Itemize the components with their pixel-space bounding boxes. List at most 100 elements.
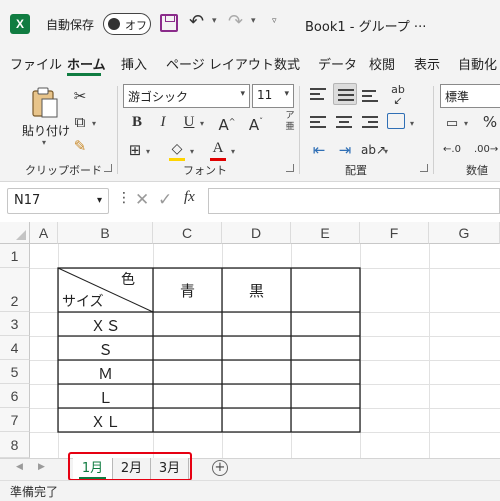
status-text: 準備完了 [10, 485, 59, 499]
underline-button[interactable]: U [179, 112, 199, 132]
size-cell[interactable]: Ｌ [58, 387, 153, 408]
copy-icon[interactable]: ⧉ [70, 112, 90, 132]
number-group-label: 数値 [466, 164, 488, 177]
sheet-nav-prev-icon[interactable]: ◀ [16, 462, 23, 472]
font-size-value: 11 [257, 88, 273, 102]
undo-dropdown-icon[interactable]: ▾ [212, 16, 217, 26]
tab-page-layout[interactable]: ページ レイアウト [166, 54, 274, 73]
decrease-decimal-icon[interactable]: .00→ [474, 140, 498, 160]
accounting-dropdown-icon[interactable]: ▾ [464, 119, 468, 128]
alignment-group-label: 配置 [345, 164, 367, 177]
redo-dropdown-icon[interactable]: ▾ [251, 16, 256, 26]
clipboard-group-label: クリップボード [25, 164, 102, 177]
title-bar: X 自動保存 オフ ↶ ▾ ↷ ▾ ▿ Book1 - グループ ··· [0, 0, 500, 48]
align-left-icon[interactable] [310, 116, 326, 128]
alignment-dialog-launcher[interactable] [420, 164, 428, 172]
accounting-format-icon[interactable]: ▭ [442, 114, 462, 134]
align-bottom-icon[interactable] [362, 90, 378, 102]
borders-dropdown-icon[interactable]: ▾ [146, 147, 150, 156]
font-name-combo[interactable]: 游ゴシック ▾ [123, 84, 250, 108]
font-color-dropdown-icon[interactable]: ▾ [231, 147, 235, 156]
number-format-combo[interactable]: 標準 [440, 84, 500, 108]
size-cell[interactable]: Ｍ [58, 363, 153, 384]
autosave-toggle-label: オフ [125, 19, 147, 32]
tab-review[interactable]: 校閲 [369, 54, 395, 73]
orientation-icon[interactable]: ab↗ [361, 140, 386, 160]
align-right-icon[interactable] [362, 116, 378, 128]
percent-style-button[interactable]: % [480, 112, 500, 132]
redo-icon[interactable]: ↷ [228, 11, 243, 32]
align-center-icon[interactable] [336, 116, 352, 128]
copy-dropdown-icon[interactable]: ▾ [92, 119, 96, 128]
merge-center-icon[interactable] [387, 113, 405, 129]
cancel-entry-icon[interactable]: ✕ [135, 190, 149, 210]
tab-automate[interactable]: 自動化 [458, 54, 497, 73]
font-name-dropdown-icon[interactable]: ▾ [240, 89, 245, 99]
font-group-label: フォント [183, 164, 227, 177]
insert-function-button[interactable]: fx [184, 189, 195, 206]
orientation-dropdown-icon[interactable]: ▾ [384, 147, 388, 156]
clipboard-dialog-launcher[interactable] [104, 164, 112, 172]
size-cell[interactable]: ＸＳ [58, 315, 153, 336]
save-icon[interactable] [160, 14, 178, 32]
increase-indent-icon[interactable]: ⇥ [335, 140, 355, 160]
name-box-value: N17 [14, 193, 41, 208]
size-cell[interactable]: Ｓ [58, 339, 153, 360]
autosave-toggle[interactable]: オフ [103, 13, 151, 35]
confirm-entry-icon[interactable]: ✓ [158, 190, 172, 210]
color-header-cell[interactable]: 青 [153, 280, 222, 301]
number-format-value: 標準 [445, 90, 470, 104]
sheet-tabs-highlight [68, 452, 192, 481]
diagonal-header-top[interactable]: 色 [121, 269, 135, 289]
formula-input[interactable] [208, 188, 500, 214]
italic-button[interactable]: I [153, 112, 173, 132]
tab-formulas[interactable]: 数式 [274, 54, 300, 73]
wrap-text-icon[interactable]: ab ↙ [388, 84, 408, 106]
font-name-value: 游ゴシック [128, 90, 189, 104]
align-middle-button[interactable] [333, 83, 357, 105]
tab-file[interactable]: ファイル [10, 54, 62, 73]
paste-icon[interactable] [30, 86, 60, 120]
color-header-cell[interactable]: 黒 [222, 280, 291, 301]
format-painter-icon[interactable]: ✎ [70, 136, 90, 156]
tab-data[interactable]: データ [318, 54, 357, 73]
name-box-dropdown-icon[interactable]: ▾ [97, 195, 102, 206]
active-tab-indicator [67, 73, 101, 76]
sheet-nav-next-icon[interactable]: ▶ [38, 462, 45, 472]
size-cell[interactable]: ＸＬ [58, 411, 153, 432]
tab-insert[interactable]: 挿入 [121, 54, 147, 73]
grow-font-button[interactable]: A^ [217, 112, 237, 135]
borders-icon[interactable]: ⊞ [125, 140, 145, 160]
increase-decimal-icon[interactable]: ←.0 [442, 140, 462, 160]
tab-view[interactable]: 表示 [414, 54, 440, 73]
worksheet-grid[interactable]: A B C D E F G 1 2 3 4 5 6 7 8 色 サイズ 青 黒 … [0, 222, 500, 458]
paste-button-label[interactable]: 貼り付け [22, 122, 70, 139]
diagonal-header-bottom[interactable]: サイズ [62, 291, 104, 311]
tab-home[interactable]: ホーム [67, 54, 106, 73]
fill-color-icon[interactable]: ◇ [167, 138, 187, 161]
add-sheet-button[interactable]: + [212, 460, 228, 476]
bold-button[interactable]: B [127, 112, 147, 132]
font-color-icon[interactable]: A [208, 138, 228, 161]
shrink-font-button[interactable]: Aˇ [246, 112, 266, 135]
customize-icon[interactable]: ▿ [272, 16, 277, 26]
autosave-label: 自動保存 [46, 18, 95, 32]
merge-dropdown-icon[interactable]: ▾ [410, 119, 414, 128]
status-bar [0, 480, 500, 501]
workbook-title[interactable]: Book1 - グループ ··· [305, 16, 426, 35]
align-top-icon[interactable] [310, 88, 326, 100]
decrease-indent-icon[interactable]: ⇤ [309, 140, 329, 160]
ribbon-separator [433, 86, 434, 174]
font-dialog-launcher[interactable] [286, 164, 294, 172]
cut-icon[interactable]: ✂ [70, 86, 90, 106]
paste-dropdown-icon[interactable]: ▾ [42, 138, 46, 147]
phonetic-button[interactable]: ア亜 [280, 111, 300, 133]
align-middle-icon [338, 89, 354, 101]
formula-bar-handle-icon[interactable]: ⋮ [117, 190, 131, 206]
name-box[interactable]: N17 ▾ [7, 188, 109, 214]
underline-dropdown-icon[interactable]: ▾ [200, 119, 204, 128]
font-size-combo[interactable]: 11 ▾ [252, 84, 294, 108]
fill-color-dropdown-icon[interactable]: ▾ [190, 147, 194, 156]
undo-icon[interactable]: ↶ [189, 11, 204, 32]
font-size-dropdown-icon[interactable]: ▾ [284, 89, 289, 99]
